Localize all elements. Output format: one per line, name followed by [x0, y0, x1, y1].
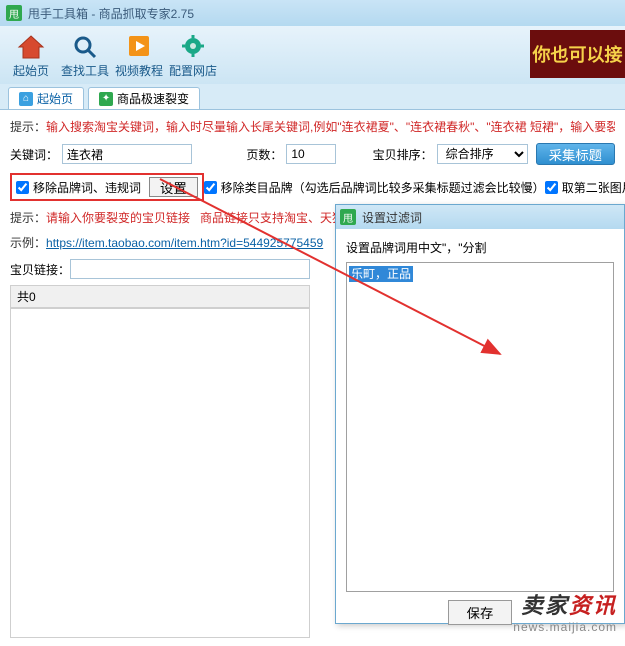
hint2-t2: 商品链接只支持淘宝、天猫 [200, 211, 344, 225]
window-title: 甩手工具箱 - 商品抓取专家2.75 [28, 5, 194, 22]
toolbar-config-label: 配置网店 [166, 62, 220, 79]
search-row: 关键词： 页数： 宝贝排序： 综合排序 采集标题 [10, 143, 615, 165]
settings-button[interactable]: 设置 [149, 177, 198, 197]
filter-dialog: 甩 设置过滤词 设置品牌词用中文"，"分割 乐町，正品 保存 [335, 204, 625, 624]
keyword-label: 关键词： [10, 146, 58, 163]
dialog-titlebar[interactable]: 甩 设置过滤词 [336, 205, 624, 229]
dialog-hint: 设置品牌词用中文"，"分割 [346, 239, 614, 256]
home-icon [4, 32, 58, 62]
hint-search: 提示：输入搜索淘宝关键词，输入时尽量输入长尾关键词,例如"连衣裙夏"、"连衣裙春… [10, 118, 615, 135]
count-value: 0 [29, 290, 36, 304]
gear-icon [166, 32, 220, 62]
second-image-checkbox[interactable] [545, 181, 558, 194]
tab-split[interactable]: ✦ 商品极速裂变 [88, 87, 200, 109]
keyword-input[interactable] [62, 144, 192, 164]
toolbar-home-label: 起始页 [4, 62, 58, 79]
sort-select[interactable]: 综合排序 [437, 144, 528, 164]
window-titlebar: 甩 甩手工具箱 - 商品抓取专家2.75 [0, 0, 625, 26]
tab-home-label: 起始页 [37, 90, 73, 107]
dialog-title: 设置过滤词 [362, 209, 422, 226]
link-input[interactable] [70, 259, 310, 279]
dialog-body: 设置品牌词用中文"，"分割 乐町，正品 保存 [336, 229, 624, 635]
count-label: 共 [17, 290, 29, 304]
remove-category-label: 移除类目品牌（勾选后品牌词比较多采集标题过滤会比较慢） [221, 179, 545, 196]
collect-button[interactable]: 采集标题 [536, 143, 615, 165]
toolbar-home[interactable]: 起始页 [4, 32, 58, 79]
app-logo-icon: 甩 [6, 5, 22, 21]
toolbar-search[interactable]: 查找工具 [58, 32, 112, 79]
remove-brand-label: 移除品牌词、违规词 [33, 179, 141, 196]
highlight-box: 移除品牌词、违规词 设置 [10, 173, 204, 201]
home-icon: ⌂ [19, 92, 33, 106]
sort-label: 宝贝排序： [373, 146, 433, 163]
search-icon [58, 32, 112, 62]
dialog-logo-icon: 甩 [340, 209, 356, 225]
watermark: 卖家资讯 news.maijia.com [513, 588, 617, 634]
remove-category-checkbox[interactable] [204, 181, 217, 194]
wm-text1: 卖家 [521, 593, 569, 618]
promo-banner[interactable]: 你也可以接 [530, 30, 625, 78]
count-bar: 共0 [10, 285, 310, 308]
tab-split-label: 商品极速裂变 [117, 90, 189, 107]
hint-text: 输入搜索淘宝关键词，输入时尽量输入长尾关键词,例如"连衣裙夏"、"连衣裙春秋"、… [46, 120, 615, 134]
result-list[interactable] [10, 308, 310, 638]
filter-textarea[interactable]: 乐町，正品 [346, 262, 614, 592]
toolbar-video-label: 视频教程 [112, 62, 166, 79]
filter-text-selected: 乐町，正品 [349, 266, 413, 282]
toolbar-video[interactable]: 视频教程 [112, 32, 166, 79]
remove-brand-checkbox[interactable] [16, 181, 29, 194]
tab-bar: ⌂ 起始页 ✦ 商品极速裂变 [0, 84, 625, 110]
split-icon: ✦ [99, 92, 113, 106]
example-label: 示例： [10, 236, 46, 250]
toolbar-search-label: 查找工具 [58, 62, 112, 79]
toolbar-config[interactable]: 配置网店 [166, 32, 220, 79]
hint2-t1: 请输入你要裂变的宝贝链接 [46, 211, 190, 225]
main-toolbar: 起始页 查找工具 视频教程 配置网店 你也可以接 [0, 26, 625, 84]
wm-url: news.maijia.com [513, 620, 617, 634]
pages-label: 页数： [246, 146, 282, 163]
second-image-label: 取第二张图片作为 [562, 179, 625, 196]
wm-text2: 资讯 [569, 593, 617, 618]
pages-input[interactable] [286, 144, 336, 164]
link-label: 宝贝链接： [10, 261, 70, 278]
play-icon [112, 32, 166, 62]
hint2-label: 提示： [10, 211, 46, 225]
save-button[interactable]: 保存 [448, 600, 513, 625]
filter-row: 移除品牌词、违规词 设置 移除类目品牌（勾选后品牌词比较多采集标题过滤会比较慢）… [10, 173, 615, 201]
example-link[interactable]: https://item.taobao.com/item.htm?id=5449… [46, 236, 323, 250]
tab-home[interactable]: ⌂ 起始页 [8, 87, 84, 109]
hint-label: 提示： [10, 120, 46, 134]
